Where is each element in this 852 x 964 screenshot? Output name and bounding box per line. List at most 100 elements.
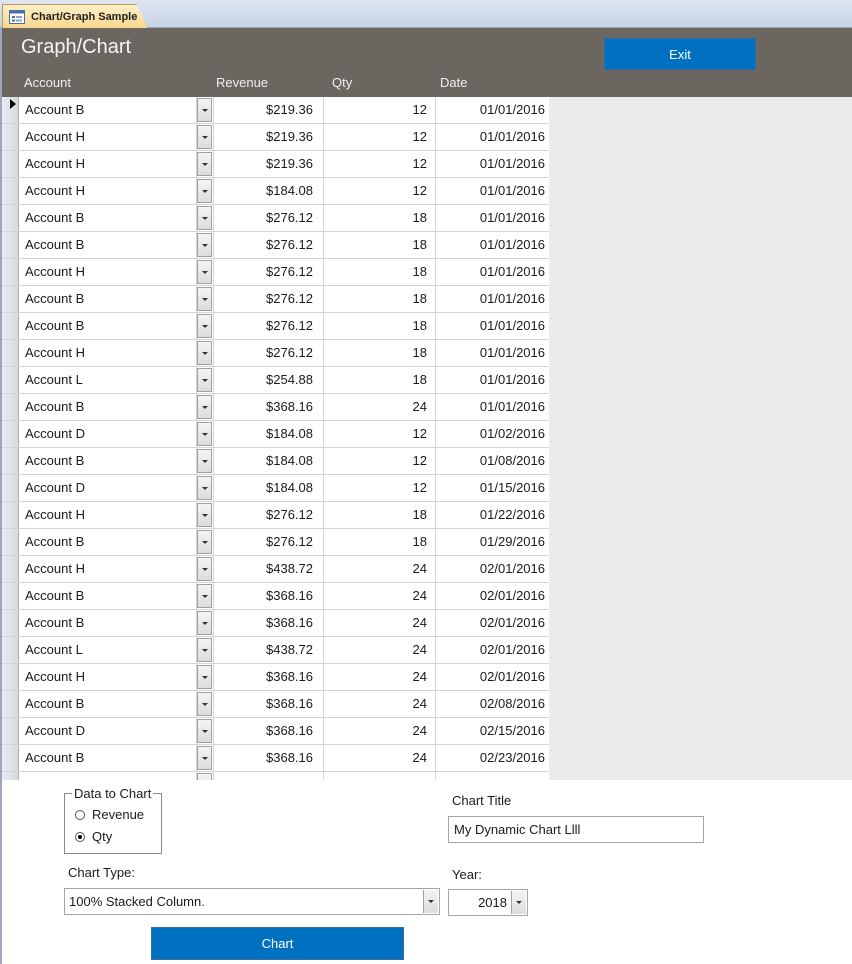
record-selector[interactable] xyxy=(2,610,19,636)
account-cell[interactable] xyxy=(20,772,197,780)
record-selector[interactable] xyxy=(2,691,19,717)
revenue-cell[interactable]: $184.08 xyxy=(213,421,324,447)
account-cell[interactable]: Account B xyxy=(20,232,197,258)
account-cell[interactable]: Account B xyxy=(20,313,197,339)
option-revenue[interactable]: Revenue xyxy=(75,807,144,822)
chevron-down-icon[interactable] xyxy=(197,152,212,176)
table-row[interactable]: Account B $368.16 24 01/01/2016 xyxy=(2,394,549,421)
record-selector[interactable] xyxy=(2,583,19,609)
table-row[interactable]: Account H $219.36 12 01/01/2016 xyxy=(2,151,549,178)
qty-cell[interactable]: 24 xyxy=(324,691,436,717)
date-cell[interactable]: 01/01/2016 xyxy=(436,313,549,339)
qty-cell[interactable]: 12 xyxy=(324,97,436,123)
qty-cell[interactable]: 24 xyxy=(324,745,436,771)
chart-button[interactable]: Chart xyxy=(151,927,404,960)
date-cell[interactable]: 01/01/2016 xyxy=(436,97,549,123)
date-cell[interactable]: 01/29/2016 xyxy=(436,529,549,555)
chevron-down-icon[interactable] xyxy=(197,530,212,554)
table-row[interactable]: Account B $276.12 18 01/01/2016 xyxy=(2,205,549,232)
date-cell[interactable]: 02/01/2016 xyxy=(436,556,549,582)
chevron-down-icon[interactable] xyxy=(197,395,212,419)
record-selector[interactable] xyxy=(2,421,19,447)
chevron-down-icon[interactable] xyxy=(197,260,212,284)
record-selector[interactable] xyxy=(2,637,19,663)
account-cell[interactable]: Account D xyxy=(20,718,197,744)
account-cell[interactable]: Account H xyxy=(20,664,197,690)
table-row[interactable]: Account L $254.88 18 01/01/2016 xyxy=(2,367,549,394)
record-selector[interactable] xyxy=(2,367,19,393)
chevron-down-icon[interactable] xyxy=(197,179,212,203)
revenue-cell[interactable]: $219.36 xyxy=(213,97,324,123)
table-row[interactable]: Account B $368.16 24 02/23/2016 xyxy=(2,745,549,772)
revenue-cell[interactable]: $368.16 xyxy=(213,718,324,744)
date-cell[interactable]: 01/22/2016 xyxy=(436,502,549,528)
record-selector[interactable] xyxy=(2,313,19,339)
record-selector[interactable] xyxy=(2,664,19,690)
account-cell[interactable]: Account B xyxy=(20,394,197,420)
chevron-down-icon[interactable] xyxy=(197,746,212,770)
chevron-down-icon[interactable] xyxy=(197,125,212,149)
record-selector[interactable] xyxy=(2,97,19,123)
chevron-down-icon[interactable] xyxy=(197,314,212,338)
table-row[interactable]: Account D $184.08 12 01/02/2016 xyxy=(2,421,549,448)
table-row[interactable]: Account D $184.08 12 01/15/2016 xyxy=(2,475,549,502)
chevron-down-icon[interactable] xyxy=(197,449,212,473)
revenue-cell[interactable]: $276.12 xyxy=(213,313,324,339)
account-cell[interactable]: Account H xyxy=(20,178,197,204)
qty-cell[interactable]: 18 xyxy=(324,313,436,339)
table-row[interactable]: Account D $368.16 24 02/15/2016 xyxy=(2,718,549,745)
qty-cell[interactable]: 18 xyxy=(324,340,436,366)
record-selector[interactable] xyxy=(2,556,19,582)
chevron-down-icon[interactable] xyxy=(197,665,212,689)
qty-cell[interactable]: 24 xyxy=(324,637,436,663)
date-cell[interactable]: 01/01/2016 xyxy=(436,151,549,177)
table-row[interactable]: Account B $184.08 12 01/08/2016 xyxy=(2,448,549,475)
date-cell[interactable]: 01/01/2016 xyxy=(436,124,549,150)
chart-type-select[interactable]: 100% Stacked Column. xyxy=(64,888,440,915)
record-selector[interactable] xyxy=(2,529,19,555)
revenue-cell[interactable]: $276.12 xyxy=(213,502,324,528)
record-selector[interactable] xyxy=(2,232,19,258)
qty-cell[interactable]: 24 xyxy=(324,394,436,420)
date-cell[interactable]: 01/01/2016 xyxy=(436,367,549,393)
revenue-cell[interactable]: $219.36 xyxy=(213,124,324,150)
record-selector[interactable] xyxy=(2,448,19,474)
table-row[interactable]: Account H $368.16 24 02/01/2016 xyxy=(2,664,549,691)
date-cell[interactable]: 01/01/2016 xyxy=(436,286,549,312)
chevron-down-icon[interactable] xyxy=(197,584,212,608)
table-row[interactable] xyxy=(2,772,549,780)
revenue-cell[interactable]: $438.72 xyxy=(213,556,324,582)
date-cell[interactable]: 01/01/2016 xyxy=(436,394,549,420)
table-row[interactable]: Account B $276.12 18 01/01/2016 xyxy=(2,232,549,259)
record-selector[interactable] xyxy=(2,718,19,744)
account-cell[interactable]: Account H xyxy=(20,556,197,582)
account-cell[interactable]: Account H xyxy=(20,259,197,285)
date-cell[interactable]: 01/02/2016 xyxy=(436,421,549,447)
account-cell[interactable]: Account H xyxy=(20,340,197,366)
date-cell[interactable]: 02/08/2016 xyxy=(436,691,549,717)
qty-cell[interactable]: 24 xyxy=(324,664,436,690)
table-row[interactable]: Account H $276.12 18 01/22/2016 xyxy=(2,502,549,529)
qty-cell[interactable]: 24 xyxy=(324,583,436,609)
revenue-cell[interactable]: $276.12 xyxy=(213,340,324,366)
qty-cell[interactable]: 18 xyxy=(324,286,436,312)
revenue-cell[interactable]: $438.72 xyxy=(213,637,324,663)
account-cell[interactable]: Account B xyxy=(20,448,197,474)
chevron-down-icon[interactable] xyxy=(423,890,438,913)
account-cell[interactable]: Account D xyxy=(20,421,197,447)
revenue-cell[interactable]: $276.12 xyxy=(213,286,324,312)
chevron-down-icon[interactable] xyxy=(511,891,526,914)
account-cell[interactable]: Account B xyxy=(20,583,197,609)
record-selector[interactable] xyxy=(2,205,19,231)
revenue-cell[interactable]: $368.16 xyxy=(213,664,324,690)
revenue-cell[interactable]: $276.12 xyxy=(213,259,324,285)
revenue-cell[interactable]: $368.16 xyxy=(213,691,324,717)
chevron-down-icon[interactable] xyxy=(197,476,212,500)
radio-revenue[interactable] xyxy=(75,809,85,820)
record-selector[interactable] xyxy=(2,286,19,312)
account-cell[interactable]: Account L xyxy=(20,637,197,663)
qty-cell[interactable]: 24 xyxy=(324,610,436,636)
revenue-cell[interactable]: $368.16 xyxy=(213,394,324,420)
date-cell[interactable]: 02/01/2016 xyxy=(436,637,549,663)
date-cell[interactable]: 01/01/2016 xyxy=(436,259,549,285)
